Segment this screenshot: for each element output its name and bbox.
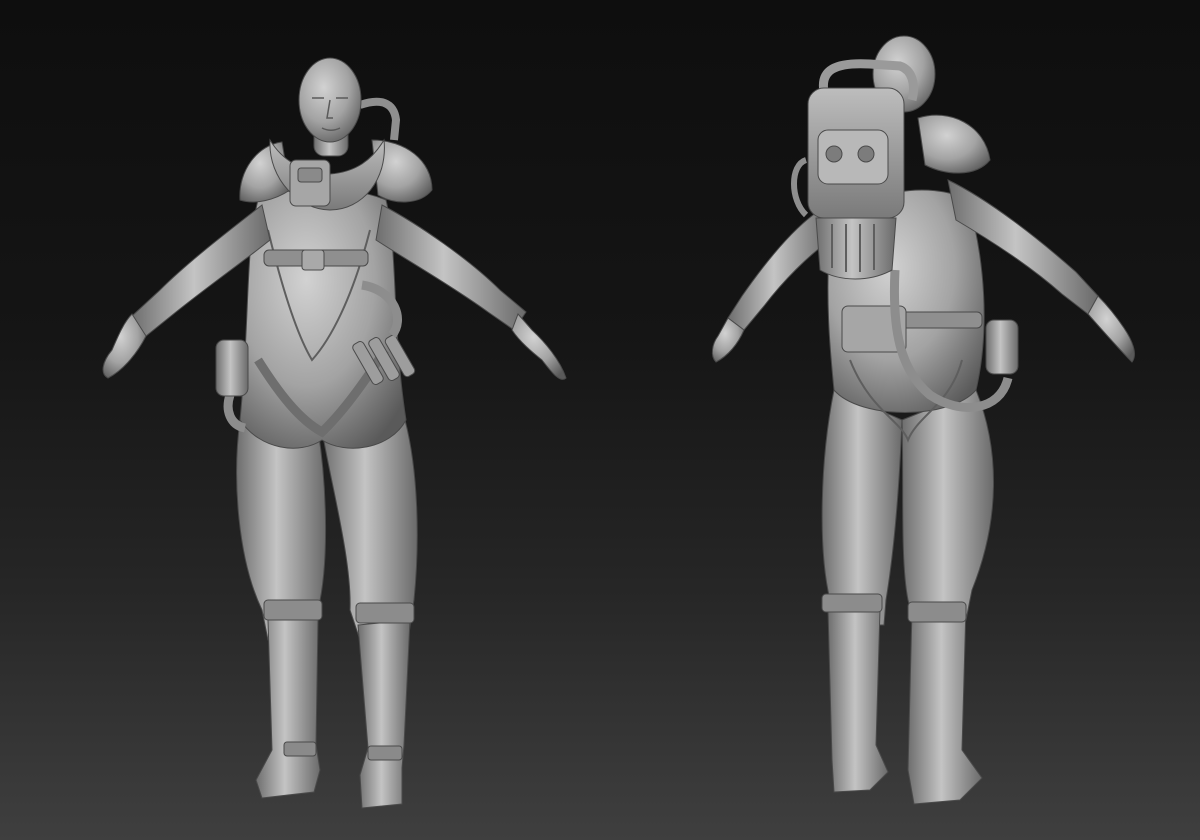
figure-back: [711, 35, 1135, 805]
back-right-hand: [1087, 295, 1135, 363]
front-hip-canister-left: [215, 339, 249, 397]
figure-front: [102, 57, 567, 809]
back-hip-canister: [985, 319, 1019, 375]
front-right-ankle-buckle: [367, 745, 403, 761]
front-left-knee-strap: [263, 599, 323, 621]
back-right-leg: [901, 389, 995, 626]
back-tank-gauge-left: [825, 145, 843, 163]
render-canvas: [102, 35, 1135, 809]
front-right-hand: [511, 313, 567, 380]
back-left-knee-strap: [821, 593, 883, 613]
back-tank-vents: [815, 217, 897, 280]
back-tank-gauge-right: [857, 145, 875, 163]
back-left-boot: [827, 609, 889, 793]
back-left-leg: [821, 389, 903, 626]
front-collar-valve-knob: [297, 167, 323, 183]
front-collar-valve: [289, 159, 331, 207]
back-right-boot: [907, 605, 983, 805]
back-right-shoulder-pad: [917, 114, 991, 174]
back-left-arm: [727, 209, 831, 331]
front-right-boot: [357, 619, 411, 809]
sculpt-viewport: [0, 0, 1200, 840]
front-back-tank-rim: [358, 97, 401, 141]
back-right-knee-strap: [907, 601, 967, 623]
front-belt-buckle: [301, 249, 325, 271]
front-left-ankle-buckle: [283, 741, 317, 757]
front-left-boot: [255, 619, 321, 799]
back-tank-side-pipe: [791, 157, 809, 218]
front-right-knee-strap: [355, 602, 415, 624]
